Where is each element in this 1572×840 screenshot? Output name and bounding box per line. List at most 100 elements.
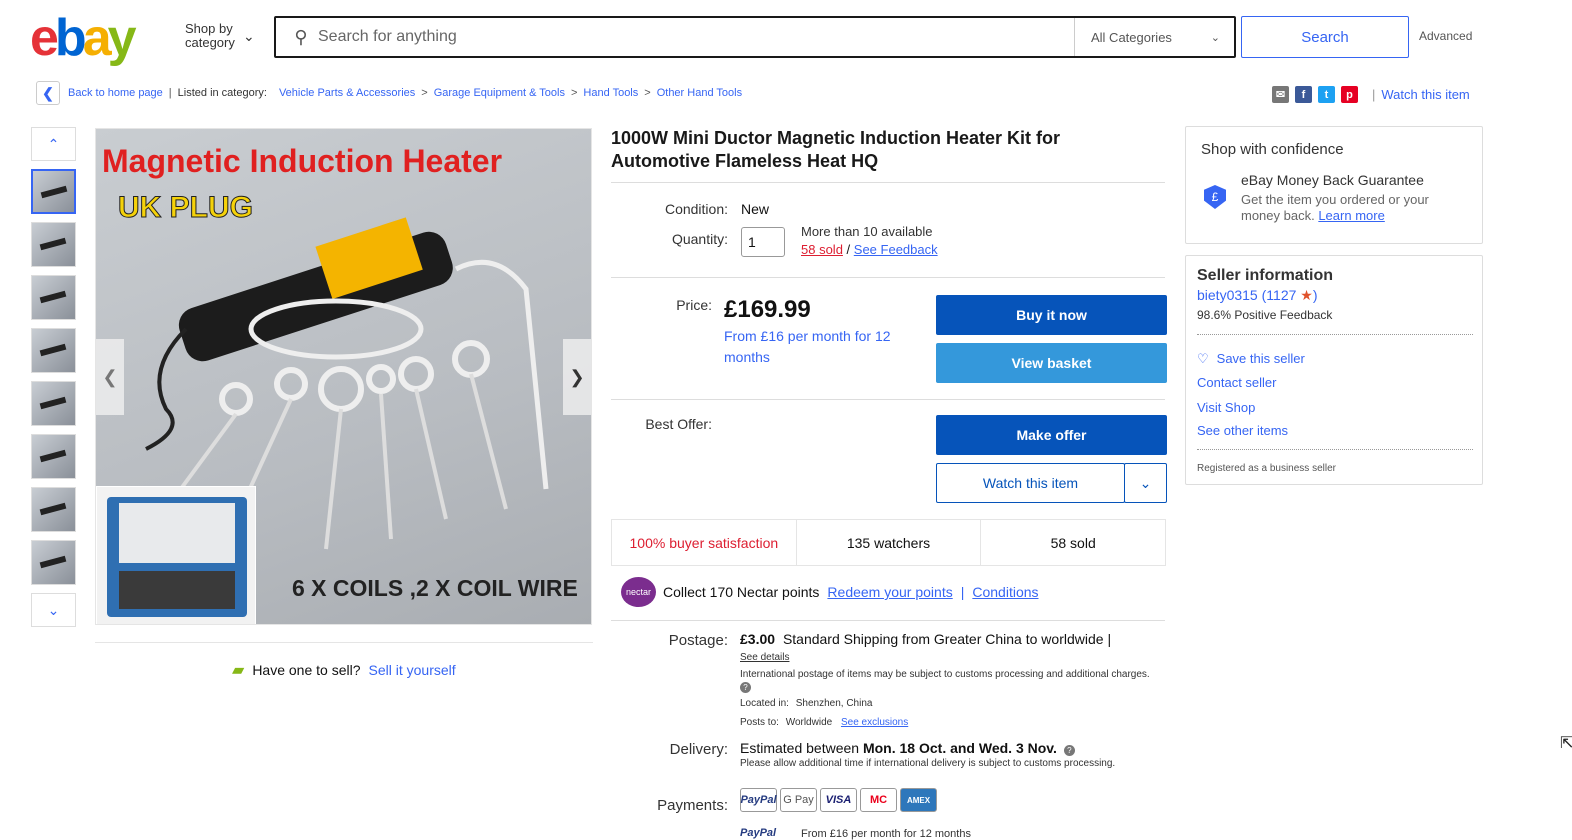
- breadcrumb-item[interactable]: Vehicle Parts & Accessories: [279, 87, 415, 99]
- mouse-cursor-icon: ⇱: [1560, 735, 1572, 752]
- image-coils-text: 6 X COILS ,2 X COIL WIRE: [292, 575, 578, 601]
- separator: |: [168, 87, 172, 99]
- ebay-logo[interactable]: ebay: [30, 9, 137, 67]
- save-seller-row[interactable]: ♡ Save this seller: [1197, 351, 1305, 367]
- guarantee-title: eBay Money Back Guarantee: [1241, 172, 1424, 188]
- shop-with-confidence-panel: Shop with confidence £ eBay Money Back G…: [1185, 126, 1483, 244]
- price-label: Price:: [676, 297, 712, 313]
- see-other-items-link[interactable]: See other items: [1197, 423, 1288, 438]
- shop-by-category[interactable]: Shop by category: [185, 22, 235, 50]
- advanced-search-link[interactable]: Advanced: [1419, 29, 1472, 43]
- thumbnail[interactable]: [31, 275, 76, 320]
- chevron-down-icon[interactable]: ⌄: [243, 28, 255, 45]
- sold-link[interactable]: 58 sold: [801, 242, 843, 257]
- learn-more-link[interactable]: Learn more: [1318, 208, 1384, 223]
- nectar-logo: nectar: [621, 577, 656, 607]
- seller-information-panel: Seller information biety0315 (1127 ★) 98…: [1185, 255, 1483, 485]
- divider: [1197, 449, 1473, 450]
- feedback-score-link[interactable]: 1127: [1266, 287, 1296, 303]
- see-exclusions-link[interactable]: See exclusions: [841, 717, 908, 728]
- listing-title: 1000W Mini Ductor Magnetic Induction Hea…: [611, 128, 1061, 171]
- category-select-value: All Categories: [1091, 29, 1172, 45]
- breadcrumb-item[interactable]: Garage Equipment & Tools: [434, 87, 565, 99]
- best-offer-label: Best Offer:: [645, 416, 712, 432]
- pinterest-icon[interactable]: p: [1341, 86, 1358, 103]
- conditions-link[interactable]: Conditions: [972, 584, 1038, 600]
- thumbnail[interactable]: [31, 222, 76, 267]
- chevron-down-icon[interactable]: ⌄: [31, 593, 76, 627]
- condition-value: New: [741, 201, 770, 217]
- watch-item-button[interactable]: Watch this item: [936, 463, 1125, 503]
- see-feedback-link[interactable]: See Feedback: [854, 242, 938, 257]
- product-image[interactable]: Magnetic Induction Heater UK PLUG 6 X CO…: [95, 128, 592, 625]
- sell-it-yourself-link[interactable]: Sell it yourself: [369, 662, 456, 678]
- facebook-icon[interactable]: f: [1295, 86, 1312, 103]
- buy-it-now-button[interactable]: Buy it now: [936, 295, 1167, 335]
- email-icon[interactable]: ✉: [1272, 86, 1289, 103]
- divider: [611, 399, 1165, 400]
- help-icon[interactable]: ?: [1063, 745, 1075, 756]
- chevron-up-icon[interactable]: ⌃: [31, 127, 76, 161]
- image-inset-case: [96, 486, 256, 624]
- save-seller-label: Save this seller: [1216, 351, 1305, 366]
- located-label: Located in:: [740, 698, 789, 709]
- thumbnail[interactable]: [31, 434, 76, 479]
- paypal-icon: PayPal: [740, 788, 777, 812]
- redeem-points-link[interactable]: Redeem your points: [827, 584, 952, 600]
- contact-seller-link[interactable]: Contact seller: [1197, 375, 1276, 390]
- back-home-link[interactable]: Back to home page: [68, 87, 163, 99]
- google-pay-icon: G Pay: [780, 788, 817, 812]
- delivery-dates: Mon. 18 Oct. and Wed. 3 Nov.: [862, 740, 1057, 756]
- category-select[interactable]: All Categories ⌄: [1074, 18, 1234, 56]
- chevron-right-icon: >: [644, 87, 651, 99]
- delivery-label: Delivery:: [669, 741, 728, 758]
- chevron-right-icon: >: [570, 87, 578, 99]
- search-input[interactable]: [318, 19, 1074, 55]
- thumbnail[interactable]: [31, 487, 76, 532]
- seller-title: Seller information: [1197, 267, 1334, 284]
- search-button[interactable]: Search: [1241, 16, 1409, 58]
- buyer-satisfaction: 100% buyer satisfaction: [612, 520, 797, 565]
- intl-note-text: International postage of items may be su…: [740, 669, 1150, 680]
- thumbnail[interactable]: [31, 169, 76, 214]
- posts-label: Posts to:: [740, 717, 779, 728]
- located-value: Shenzhen, China: [795, 698, 873, 709]
- breadcrumb-item[interactable]: Other Hand Tools: [657, 87, 742, 99]
- breadcrumb-item[interactable]: Hand Tools: [583, 87, 638, 99]
- help-icon[interactable]: ?: [740, 682, 751, 693]
- postage-price: £3.00: [740, 631, 776, 647]
- sell-prompt: Have one to sell?: [252, 662, 361, 678]
- watch-item-link[interactable]: | Watch this item: [1372, 87, 1470, 102]
- view-basket-button[interactable]: View basket: [936, 343, 1167, 383]
- visit-shop-link[interactable]: Visit Shop: [1197, 400, 1255, 415]
- quantity-input[interactable]: 1: [741, 227, 785, 257]
- delivery-note: Please allow additional time if internat…: [740, 758, 1116, 769]
- twitter-icon[interactable]: t: [1318, 86, 1335, 103]
- tag-icon: ▰: [232, 662, 245, 679]
- separator: |: [960, 584, 965, 600]
- chevron-right-icon[interactable]: ❯: [563, 339, 591, 415]
- chevron-left-icon[interactable]: ❮: [96, 339, 124, 415]
- see-details-link[interactable]: See details: [740, 651, 789, 664]
- listed-in-label: Listed in category:: [177, 87, 267, 99]
- search-bar: ⚲ All Categories ⌄: [274, 16, 1236, 58]
- divider: [95, 642, 593, 643]
- price-value: £169.99: [724, 296, 811, 323]
- positive-feedback: 98.6% Positive Feedback: [1197, 308, 1333, 322]
- sold-count: 58 sold: [1050, 534, 1096, 551]
- nectar-text: Collect 170 Nectar points: [663, 584, 820, 600]
- paypal-credit-icon: PayPal: [740, 827, 777, 839]
- shield-icon: £: [1204, 185, 1226, 209]
- visa-icon: VISA: [820, 788, 857, 812]
- back-arrow-icon[interactable]: ❮: [36, 81, 60, 105]
- seller-name-link[interactable]: biety0315: [1197, 287, 1258, 303]
- thumbnail[interactable]: [31, 540, 76, 585]
- paypal-credit-text: From £16 per month for 12 months: [801, 828, 971, 840]
- chevron-down-icon[interactable]: ⌄: [1124, 463, 1167, 503]
- logo-letter-b: b: [54, 9, 87, 67]
- thumbnail[interactable]: [31, 381, 76, 426]
- thumbnail[interactable]: [31, 328, 76, 373]
- postage-label: Postage:: [668, 632, 728, 649]
- watchers-count: 135 watchers: [797, 520, 982, 565]
- make-offer-button[interactable]: Make offer: [936, 415, 1167, 455]
